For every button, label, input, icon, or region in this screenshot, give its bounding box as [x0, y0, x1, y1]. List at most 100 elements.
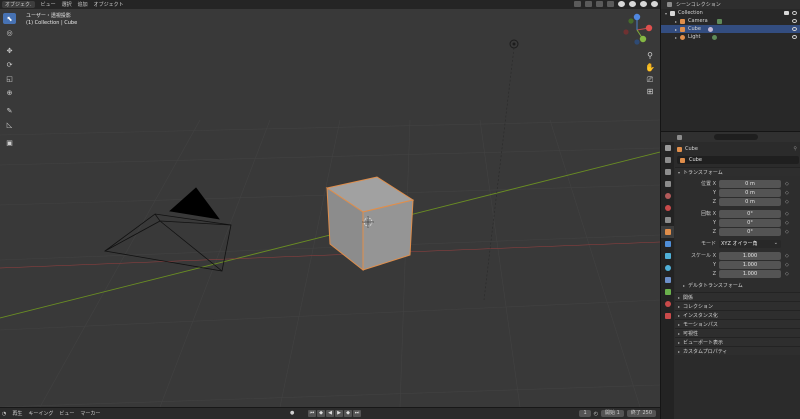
- keyframe-icon[interactable]: ◇: [785, 262, 789, 268]
- keyframe-icon[interactable]: ◇: [785, 271, 789, 277]
- expand-icon[interactable]: ▸: [675, 27, 677, 32]
- transform-tool-icon[interactable]: ⊕: [3, 87, 16, 98]
- location-x-field[interactable]: 0 m: [719, 179, 781, 188]
- tab-texture[interactable]: [661, 310, 674, 322]
- pin-icon[interactable]: ⚲: [793, 146, 797, 152]
- checkbox-icon[interactable]: [784, 11, 789, 15]
- expand-icon[interactable]: ▾: [665, 11, 667, 16]
- menu-object[interactable]: オブジェクト: [94, 1, 124, 8]
- outliner-row-cube[interactable]: ▸ Cube: [661, 25, 800, 33]
- select-tool-icon[interactable]: ⬉: [3, 13, 16, 24]
- material-shading-icon[interactable]: [640, 1, 647, 7]
- play-icon[interactable]: ▶: [335, 410, 343, 417]
- menu-playback[interactable]: 再生: [12, 410, 22, 417]
- eye-icon[interactable]: [792, 27, 797, 31]
- scale-z-field[interactable]: 1.000: [719, 269, 781, 278]
- end-frame-field[interactable]: 終了 250: [626, 410, 656, 417]
- tab-material[interactable]: [661, 298, 674, 310]
- current-frame-field[interactable]: 1: [579, 410, 591, 417]
- add-cube-tool-icon[interactable]: ▣: [3, 137, 16, 148]
- tab-object[interactable]: [661, 226, 674, 238]
- scale-y-field[interactable]: 1.000: [719, 260, 781, 269]
- tab-view-layer[interactable]: [661, 178, 674, 190]
- panel-custom-properties[interactable]: ▸ カスタムプロパティ: [675, 346, 800, 355]
- measure-tool-icon[interactable]: ◺: [3, 119, 16, 130]
- scale-tool-icon[interactable]: ◱: [3, 73, 16, 84]
- tab-collection[interactable]: [661, 214, 674, 226]
- panel-motion-paths[interactable]: ▸ モーションパス: [675, 319, 800, 328]
- menu-add[interactable]: 追加: [78, 1, 88, 8]
- tab-data[interactable]: [661, 286, 674, 298]
- location-z-field[interactable]: 0 m: [719, 197, 781, 206]
- panel-collections[interactable]: ▸ コレクション: [675, 301, 800, 310]
- cursor-tool-icon[interactable]: ◎: [3, 27, 16, 38]
- next-key-icon[interactable]: ◆: [344, 410, 352, 417]
- outliner-row-collection[interactable]: ▾ Collection: [661, 9, 800, 17]
- overlay-icon[interactable]: [596, 1, 603, 7]
- menu-view[interactable]: ビュー: [41, 1, 56, 8]
- 3d-viewport[interactable]: オブジェク. ビュー 選択 追加 オブジェクト ユーザー・透視投影 (1) Co…: [0, 0, 660, 407]
- jump-start-icon[interactable]: ⏮: [308, 410, 316, 417]
- keyframe-icon[interactable]: ◇: [785, 181, 789, 187]
- record-icon[interactable]: ●: [290, 410, 294, 416]
- start-frame-field[interactable]: 開始 1: [601, 410, 624, 417]
- move-tool-icon[interactable]: ✥: [3, 45, 16, 56]
- menu-select[interactable]: 選択: [62, 1, 72, 8]
- keyframe-icon[interactable]: ◇: [785, 229, 789, 235]
- rotate-tool-icon[interactable]: ⟳: [3, 59, 16, 70]
- panel-relations[interactable]: ▸ 関係: [675, 292, 800, 301]
- gizmo-icon[interactable]: [585, 1, 592, 7]
- visibility-icon[interactable]: [574, 1, 581, 7]
- camera-view-icon[interactable]: ⎚: [645, 75, 655, 85]
- expand-icon[interactable]: ▸: [675, 19, 677, 24]
- annotate-tool-icon[interactable]: ✎: [3, 105, 16, 116]
- panel-viewport-display[interactable]: ▸ ビューポート表示: [675, 337, 800, 346]
- keyframe-icon[interactable]: ◇: [785, 220, 789, 226]
- tab-scene[interactable]: [661, 190, 674, 202]
- mode-selector[interactable]: オブジェク.: [2, 1, 35, 8]
- rotation-mode-dropdown[interactable]: XYZ オイラー角: [719, 239, 781, 248]
- tab-world[interactable]: [661, 202, 674, 214]
- prev-key-icon[interactable]: ◆: [317, 410, 325, 417]
- keyframe-icon[interactable]: ◇: [785, 199, 789, 205]
- tab-modifiers[interactable]: [661, 238, 674, 250]
- grid-toggle-icon[interactable]: ⊞: [645, 87, 655, 97]
- tab-physics[interactable]: [661, 262, 674, 274]
- camera-object[interactable]: [104, 187, 232, 272]
- rotation-x-field[interactable]: 0°: [719, 209, 781, 218]
- eye-icon[interactable]: [792, 19, 797, 23]
- wireframe-shading-icon[interactable]: [618, 1, 625, 7]
- expand-icon[interactable]: ▸: [675, 35, 677, 40]
- scale-x-field[interactable]: 1.000: [719, 251, 781, 260]
- solid-shading-icon[interactable]: [629, 1, 636, 7]
- tab-tool[interactable]: [661, 142, 674, 154]
- timeline-editor-icon[interactable]: ◔: [2, 411, 6, 417]
- hand-pan-icon[interactable]: ✋: [645, 63, 655, 73]
- keyframe-icon[interactable]: ◇: [785, 190, 789, 196]
- properties-search-input[interactable]: [714, 134, 758, 140]
- xray-icon[interactable]: [607, 1, 614, 7]
- eye-icon[interactable]: [792, 35, 797, 39]
- rotation-y-field[interactable]: 0°: [719, 218, 781, 227]
- eye-icon[interactable]: [792, 11, 797, 15]
- transform-panel-header[interactable]: ▾ トランスフォーム: [675, 167, 800, 176]
- menu-keying[interactable]: キーイング: [28, 410, 53, 417]
- keyframe-icon[interactable]: ◇: [785, 253, 789, 259]
- keyframe-icon[interactable]: ◇: [785, 211, 789, 217]
- cube-object[interactable]: [325, 176, 415, 272]
- outliner-row-camera[interactable]: ▸ Camera: [661, 17, 800, 25]
- tab-particles[interactable]: [661, 250, 674, 262]
- viewport-scene[interactable]: [0, 0, 660, 407]
- zoom-icon[interactable]: ⚲: [645, 51, 655, 61]
- jump-end-icon[interactable]: ⏭: [353, 410, 361, 417]
- tab-render[interactable]: [661, 154, 674, 166]
- tab-constraints[interactable]: [661, 274, 674, 286]
- menu-marker[interactable]: マーカー: [80, 410, 100, 417]
- editor-type-icon[interactable]: [677, 134, 682, 140]
- outliner-row-light[interactable]: ▸ Light: [661, 33, 800, 41]
- location-y-field[interactable]: 0 m: [719, 188, 781, 197]
- menu-timeline-view[interactable]: ビュー: [59, 410, 74, 417]
- rendered-shading-icon[interactable]: [651, 1, 658, 7]
- play-reverse-icon[interactable]: ◀: [326, 410, 334, 417]
- navigation-gizmo[interactable]: [619, 12, 655, 48]
